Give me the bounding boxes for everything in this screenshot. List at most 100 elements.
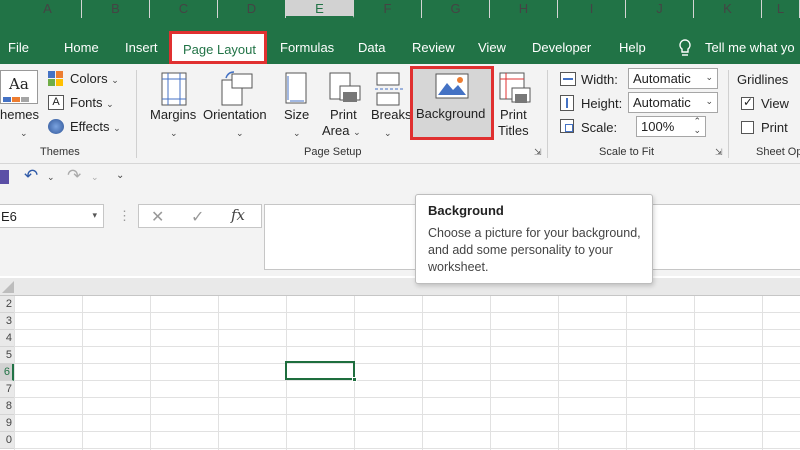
tab-view[interactable]: View: [478, 40, 506, 55]
print-area-label-1[interactable]: Print: [330, 107, 357, 123]
tell-me-search[interactable]: Tell me what yo: [705, 40, 795, 55]
select-all-icon[interactable]: [2, 281, 14, 296]
row-header[interactable]: 4: [0, 330, 14, 347]
grid-line: [82, 296, 83, 450]
width-icon: [560, 72, 576, 86]
column-header[interactable]: J: [626, 0, 694, 18]
column-header[interactable]: B: [82, 0, 150, 18]
row-header-selected[interactable]: 6: [0, 364, 14, 381]
height-select[interactable]: Automatic ⌄: [628, 92, 718, 113]
chevron-down-icon: ⌄: [293, 128, 301, 138]
scale-label: Scale:: [581, 120, 618, 135]
colors-icon: [48, 71, 64, 86]
gridlines-view-checkbox[interactable]: ✓: [741, 95, 754, 110]
height-label: Height:: [581, 96, 623, 111]
column-header[interactable]: A: [14, 0, 82, 18]
grid-line: [150, 296, 151, 450]
customize-toolbar-icon[interactable]: ⌄: [116, 170, 124, 181]
effects-button[interactable]: Effects ⌄: [70, 119, 121, 134]
grid-line: [14, 296, 15, 450]
tab-file[interactable]: File: [8, 40, 29, 55]
insert-function-button[interactable]: fx: [231, 206, 245, 224]
fill-handle[interactable]: [352, 377, 357, 382]
cancel-icon[interactable]: ✕: [151, 207, 164, 227]
tab-home[interactable]: Home: [64, 40, 99, 55]
breaks-button[interactable]: Breaks: [371, 107, 411, 123]
colors-button[interactable]: Colors ⌄: [70, 71, 119, 86]
column-header[interactable]: L: [762, 0, 800, 18]
column-header[interactable]: C: [150, 0, 218, 18]
undo-icon[interactable]: ↶: [24, 166, 38, 186]
grid-line: [14, 363, 800, 364]
background-button[interactable]: Background: [410, 66, 494, 140]
column-header[interactable]: H: [490, 0, 558, 18]
orientation-button[interactable]: Orientation: [203, 107, 267, 123]
tab-page-layout[interactable]: Page Layout: [169, 31, 267, 64]
print-titles-button[interactable]: Titles: [498, 123, 529, 139]
print-titles-label-1[interactable]: Print: [500, 107, 527, 123]
tab-data[interactable]: Data: [358, 40, 385, 55]
enter-icon[interactable]: ✓: [191, 207, 204, 227]
row-header[interactable]: 7: [0, 381, 14, 398]
tab-insert[interactable]: Insert: [125, 40, 158, 55]
grid-line: [14, 329, 800, 330]
tooltip-title: Background: [428, 203, 504, 218]
margins-button[interactable]: Margins: [150, 107, 196, 123]
column-header[interactable]: I: [558, 0, 626, 18]
tab-review[interactable]: Review: [412, 40, 455, 55]
group-separator: [547, 70, 548, 158]
formula-bar-grip-icon: ⋮: [118, 208, 131, 223]
themes-button-label[interactable]: hemes: [0, 107, 39, 123]
column-header[interactable]: K: [694, 0, 762, 18]
themes-icon[interactable]: Aa: [0, 70, 38, 104]
fonts-button[interactable]: Fonts ⌄: [70, 95, 114, 110]
grid-line: [218, 296, 219, 450]
row-header[interactable]: 9: [0, 415, 14, 432]
column-header[interactable]: F: [354, 0, 422, 18]
chevron-down-icon: ⌄: [384, 128, 392, 138]
group-label-scale-to-fit: Scale to Fit: [599, 146, 655, 158]
chevron-down-icon[interactable]: ⌄: [91, 172, 99, 183]
row-header[interactable]: 3: [0, 313, 14, 330]
row-header[interactable]: 5: [0, 347, 14, 364]
background-button-label: Background: [416, 106, 486, 121]
lightbulb-icon[interactable]: [677, 38, 693, 61]
tab-page-layout-label: Page Layout: [183, 42, 257, 57]
redo-icon[interactable]: ↷: [67, 166, 81, 186]
tab-help[interactable]: Help: [619, 40, 646, 55]
width-label: Width:: [581, 72, 618, 87]
grid-line: [14, 397, 800, 398]
column-header[interactable]: D: [218, 0, 286, 18]
print-area-button[interactable]: Area ⌄: [322, 123, 361, 140]
name-box[interactable]: E6 ▾: [0, 204, 104, 228]
worksheet-grid[interactable]: [0, 278, 800, 450]
column-headers: [0, 278, 800, 296]
chevron-down-icon[interactable]: ⌄: [47, 172, 55, 183]
group-label-sheet-options: Sheet Op: [756, 146, 800, 158]
dialog-launcher-icon[interactable]: ⇲: [715, 147, 723, 158]
gridlines-print-checkbox[interactable]: [741, 121, 754, 134]
tab-formulas[interactable]: Formulas: [280, 40, 334, 55]
column-header[interactable]: G: [422, 0, 490, 18]
grid-line: [762, 296, 763, 450]
dialog-launcher-icon[interactable]: ⇲: [534, 147, 542, 158]
selected-cell[interactable]: [285, 361, 355, 380]
print-titles-icon: [498, 72, 532, 109]
row-header[interactable]: 2: [0, 296, 14, 313]
save-icon[interactable]: [0, 170, 9, 184]
effects-icon: [48, 119, 64, 134]
tab-developer[interactable]: Developer: [532, 40, 591, 55]
breaks-icon: [374, 72, 404, 109]
size-button[interactable]: Size: [284, 107, 309, 123]
column-header-selected[interactable]: E: [286, 0, 354, 18]
row-header[interactable]: 8: [0, 398, 14, 415]
grid-line: [14, 312, 800, 313]
grid-line: [14, 414, 800, 415]
grid-line: [694, 296, 695, 450]
gridlines-heading: Gridlines: [737, 72, 789, 87]
tooltip-description: Choose a picture for your background, an…: [428, 226, 641, 274]
grid-line: [626, 296, 627, 450]
row-header[interactable]: 0: [0, 432, 14, 449]
width-select[interactable]: Automatic ⌄: [628, 68, 718, 89]
scale-stepper[interactable]: 100% ⌃ ⌄: [636, 116, 706, 137]
